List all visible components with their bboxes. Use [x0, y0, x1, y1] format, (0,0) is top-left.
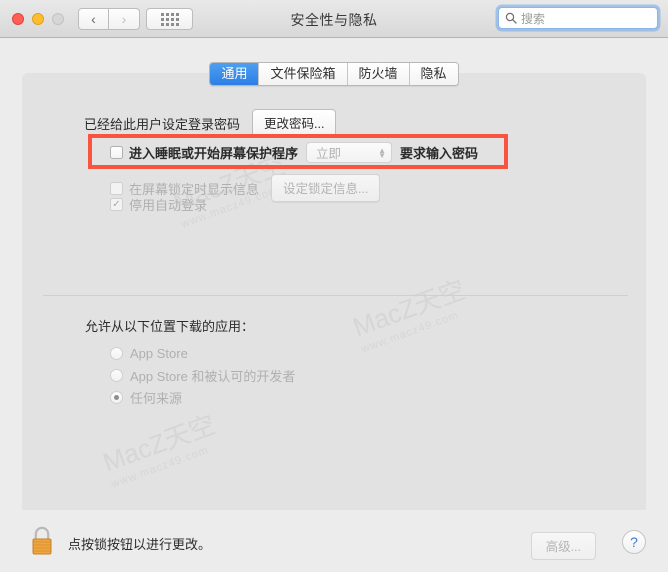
radio-label-app-store: App Store	[130, 345, 188, 361]
password-status-label: 已经给此用户设定登录密码	[84, 116, 241, 132]
password-delay-value: 立即	[316, 147, 342, 161]
tab-firewall[interactable]: 防火墙	[347, 63, 410, 85]
disable-auto-login-row: ✓ 停用自动登录	[110, 195, 207, 214]
chevron-updown-icon: ▲ ▼	[378, 145, 387, 160]
radio-row-app-store: App Store	[110, 342, 295, 364]
password-delay-select[interactable]: 立即 ▲ ▼	[306, 142, 393, 163]
show-lock-message-checkbox	[110, 181, 123, 195]
search-icon	[505, 12, 517, 24]
watermark: MacZ天空 www.macz49.com	[348, 274, 470, 356]
footer-bar: 点按锁按钮以进行更改。 高级... ?	[0, 510, 668, 572]
question-mark-icon: ?	[630, 534, 638, 550]
watermark: MacZ天空 www.macz49.com	[98, 409, 220, 491]
footer-lock-message: 点按锁按钮以进行更改。	[68, 537, 212, 552]
section-divider	[43, 295, 628, 296]
radio-row-app-store-identified: App Store 和被认可的开发者	[110, 364, 295, 386]
search-placeholder: 搜索	[521, 11, 546, 26]
window-titlebar: ‹ › 安全性与隐私 搜索	[0, 0, 668, 38]
radio-label-anywhere: 任何来源	[130, 390, 183, 406]
tab-general[interactable]: 通用	[210, 63, 260, 85]
radio-app-store	[110, 346, 123, 360]
set-lock-message-button: 设定锁定信息...	[271, 174, 381, 202]
radio-anywhere	[110, 390, 123, 404]
radio-app-store-identified	[110, 368, 123, 382]
change-password-button[interactable]: 更改密码...	[252, 109, 337, 137]
password-status-row: 已经给此用户设定登录密码 更改密码...	[84, 109, 337, 137]
require-password-label-after: 要求输入密码	[400, 146, 479, 161]
disable-auto-login-checkbox: ✓	[110, 198, 123, 211]
require-password-checkbox[interactable]	[110, 146, 123, 159]
require-password-row: 进入睡眠或开始屏幕保护程序 立即 ▲ ▼ 要求输入密码	[110, 142, 478, 163]
allowed-downloads-title: 允许从以下位置下载的应用：	[85, 319, 255, 334]
tab-filevault[interactable]: 文件保险箱	[259, 63, 348, 85]
search-input[interactable]: 搜索	[498, 7, 658, 29]
radio-row-anywhere: 任何来源	[110, 386, 295, 408]
system-preferences-window: ‹ › 安全性与隐私 搜索 通用 文件保险箱 防火墙 隐私 MacZ天空 www…	[0, 0, 668, 572]
require-password-label-before: 进入睡眠或开始屏幕保护程序	[129, 146, 299, 161]
tab-bar: 通用 文件保险箱 防火墙 隐私	[0, 62, 668, 86]
radio-label-app-store-identified: App Store 和被认可的开发者	[130, 368, 296, 384]
tab-privacy[interactable]: 隐私	[409, 63, 458, 85]
allowed-downloads-radio-group: App Store App Store 和被认可的开发者 任何来源	[110, 342, 295, 408]
general-tab-content: MacZ天空 www.macz49.com MacZ天空 www.macz49.co…	[22, 73, 646, 510]
checkmark-icon: ✓	[112, 198, 121, 210]
disable-auto-login-label: 停用自动登录	[129, 198, 208, 213]
advanced-button: 高级...	[530, 532, 596, 560]
lock-closed-icon[interactable]	[28, 524, 56, 556]
help-button[interactable]: ?	[622, 530, 646, 554]
